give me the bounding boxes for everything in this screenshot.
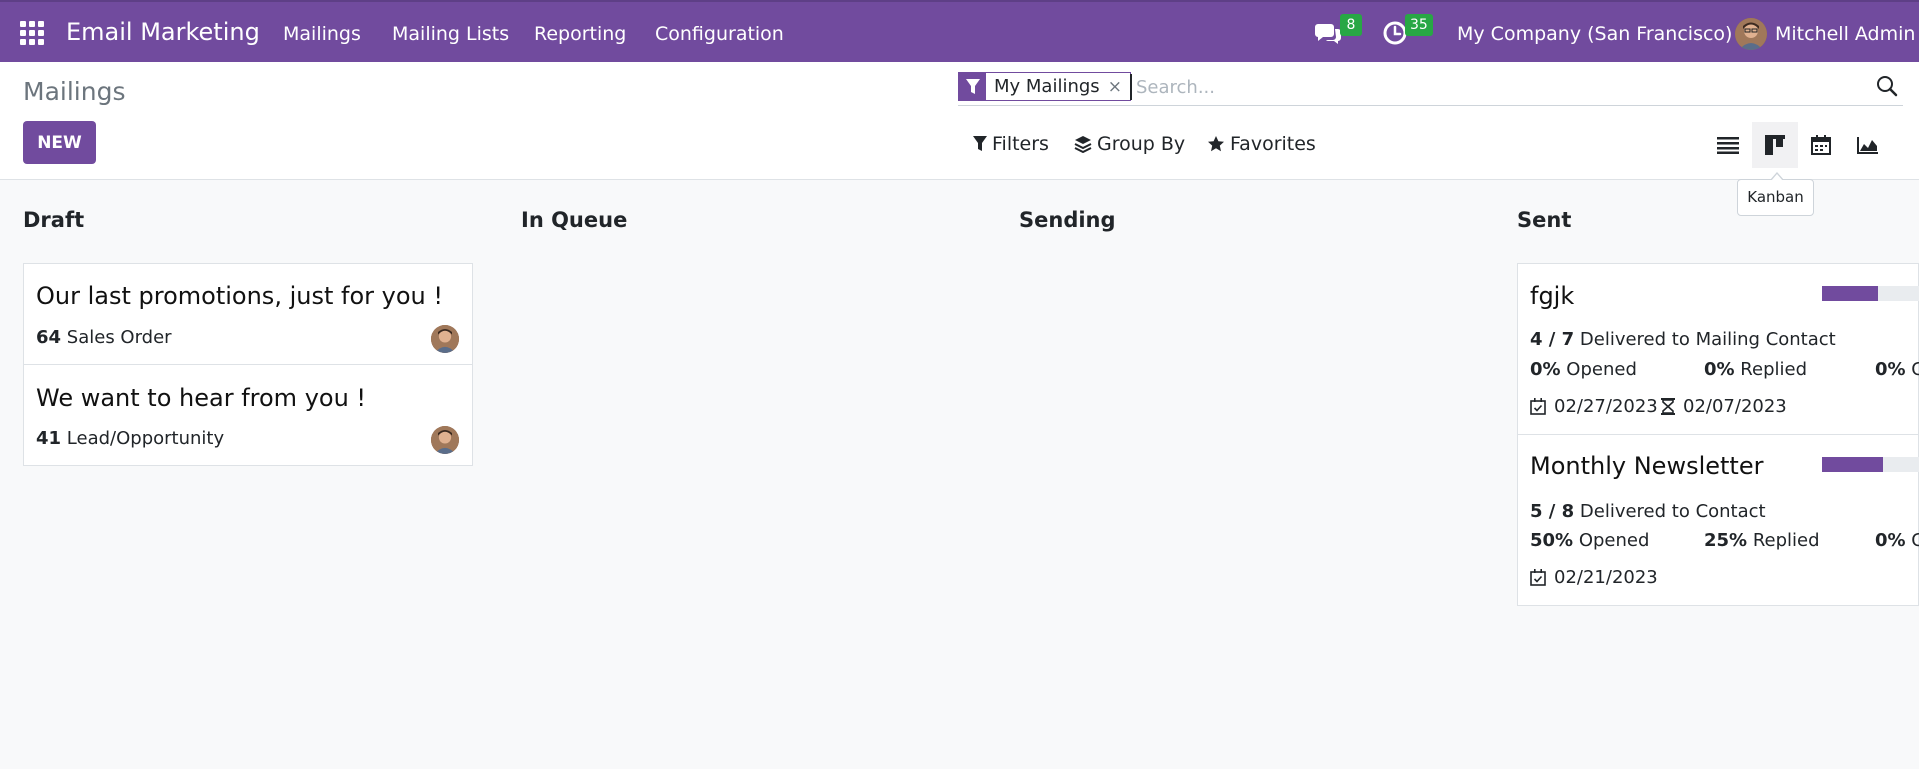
delivered-label: Delivered to Mailing Contact — [1579, 329, 1836, 350]
calendar-check-icon — [1530, 398, 1546, 415]
layers-icon — [1074, 136, 1092, 153]
opened-label: Opened — [1578, 530, 1650, 551]
facet-label: My Mailings — [994, 76, 1100, 97]
kanban-icon — [1765, 135, 1785, 155]
progress-fill — [1822, 457, 1884, 472]
recipient-count: 64 — [36, 327, 62, 348]
user-avatar[interactable] — [1735, 18, 1767, 50]
company-switcher[interactable]: My Company (San Francisco) — [1457, 23, 1732, 45]
card-title: We want to hear from you ! — [36, 384, 367, 412]
filters-label: Filters — [992, 133, 1049, 155]
opened-value: 50% — [1530, 530, 1574, 551]
delivery-progress-bar — [1822, 457, 1919, 472]
filters-button[interactable]: Filters — [973, 133, 1049, 155]
hourglass-icon — [1661, 398, 1675, 415]
delivered-label: Delivered to Contact — [1579, 501, 1766, 522]
recipient-model: Sales Order — [66, 327, 172, 348]
column-title-sent[interactable]: Sent — [1517, 208, 1571, 232]
recipient-count: 41 — [36, 428, 62, 449]
opened-label: Opened — [1566, 359, 1637, 380]
calendar-icon — [1811, 135, 1831, 155]
top-navbar: Email Marketing Mailings Mailing Lists R… — [0, 0, 1919, 62]
sent-date-value: 02/27/2023 — [1554, 396, 1658, 417]
progress-fill — [1822, 286, 1878, 301]
kanban-card[interactable]: Monthly Newsletter 5 / 8 Delivered to Co… — [1517, 434, 1919, 606]
kanban-view-button[interactable] — [1752, 122, 1798, 168]
avatar — [431, 325, 459, 353]
delivered-stat: 5 / 8 Delivered to Contact — [1530, 501, 1766, 522]
recipient-model: Lead/Opportunity — [66, 428, 225, 449]
avatar — [431, 426, 459, 454]
search-icon[interactable] — [1875, 74, 1903, 102]
opened-stat: 0% Opened — [1530, 359, 1637, 380]
replied-value: 0% — [1704, 359, 1735, 380]
calendar-check-icon — [1530, 569, 1546, 586]
user-name[interactable]: Mitchell Admin — [1775, 23, 1915, 45]
list-icon — [1717, 137, 1739, 154]
control-panel: Mailings NEW My Mailings × Filters Group… — [0, 62, 1919, 180]
replied-value: 25% — [1704, 530, 1748, 551]
search-facet[interactable]: My Mailings × — [958, 72, 1131, 101]
clicked-value: 0% — [1875, 359, 1906, 380]
kanban-card[interactable]: We want to hear from you ! 41 Lead/Oppor… — [23, 364, 473, 466]
favorites-button[interactable]: Favorites — [1207, 133, 1316, 155]
favorites-label: Favorites — [1230, 133, 1316, 155]
delivered-count: 5 / 8 — [1530, 501, 1575, 522]
menu-mailing-lists[interactable]: Mailing Lists — [392, 23, 509, 45]
search-input[interactable] — [1130, 74, 1850, 100]
column-title-sending[interactable]: Sending — [1019, 208, 1116, 232]
replied-label: Replied — [1752, 530, 1820, 551]
search-bar: My Mailings × — [958, 70, 1903, 106]
facet-remove-button[interactable]: × — [1108, 77, 1130, 97]
sent-date-value: 02/21/2023 — [1554, 567, 1658, 588]
activities-count-badge: 35 — [1405, 14, 1433, 36]
opened-value: 0% — [1530, 359, 1561, 380]
clicked-label: C — [1911, 359, 1919, 380]
app-menu-icon[interactable] — [20, 21, 46, 45]
new-button[interactable]: NEW — [23, 121, 96, 164]
clicked-stat: 0% C — [1875, 530, 1919, 551]
replied-stat: 25% Replied — [1704, 530, 1820, 551]
card-title: fgjk — [1530, 282, 1575, 310]
breadcrumb: Mailings — [23, 77, 126, 106]
replied-stat: 0% Replied — [1704, 359, 1807, 380]
calendar-view-button[interactable] — [1798, 122, 1844, 168]
sent-date: 02/21/2023 — [1530, 567, 1658, 588]
messages-count-badge: 8 — [1340, 14, 1362, 36]
menu-mailings[interactable]: Mailings — [283, 23, 361, 45]
clicked-value: 0% — [1875, 530, 1906, 551]
kanban-card[interactable]: fgjk 4 / 7 Delivered to Mailing Contact … — [1517, 263, 1919, 435]
messages-icon[interactable] — [1313, 18, 1343, 48]
card-title: Monthly Newsletter — [1530, 452, 1764, 480]
column-title-in-queue[interactable]: In Queue — [521, 208, 627, 232]
clicked-label: C — [1911, 530, 1919, 551]
replied-label: Replied — [1740, 359, 1807, 380]
card-title: Our last promotions, just for you ! — [36, 282, 443, 310]
opened-stat: 50% Opened — [1530, 530, 1649, 551]
list-view-button[interactable] — [1705, 122, 1751, 168]
app-brand[interactable]: Email Marketing — [66, 18, 260, 46]
area-chart-icon — [1857, 137, 1878, 154]
group-by-label: Group By — [1097, 133, 1186, 155]
view-tooltip: Kanban — [1737, 172, 1814, 216]
schedule-date: 02/07/2023 — [1661, 396, 1787, 417]
delivered-count: 4 / 7 — [1530, 329, 1575, 350]
schedule-date-value: 02/07/2023 — [1683, 396, 1787, 417]
menu-configuration[interactable]: Configuration — [655, 23, 784, 45]
filter-icon — [973, 136, 987, 151]
delivered-stat: 4 / 7 Delivered to Mailing Contact — [1530, 329, 1836, 350]
kanban-card[interactable]: Our last promotions, just for you ! 64 S… — [23, 263, 473, 365]
delivery-progress-bar — [1822, 286, 1919, 301]
group-by-button[interactable]: Group By — [1074, 133, 1185, 155]
column-title-draft[interactable]: Draft — [23, 208, 84, 232]
clicked-stat: 0% C — [1875, 359, 1919, 380]
filter-icon — [959, 72, 986, 101]
menu-reporting[interactable]: Reporting — [534, 23, 626, 45]
graph-view-button[interactable] — [1845, 122, 1891, 168]
sent-date: 02/27/2023 — [1530, 396, 1658, 417]
card-recipients: 64 Sales Order — [36, 327, 172, 348]
star-icon — [1208, 136, 1224, 152]
card-recipients: 41 Lead/Opportunity — [36, 428, 224, 449]
